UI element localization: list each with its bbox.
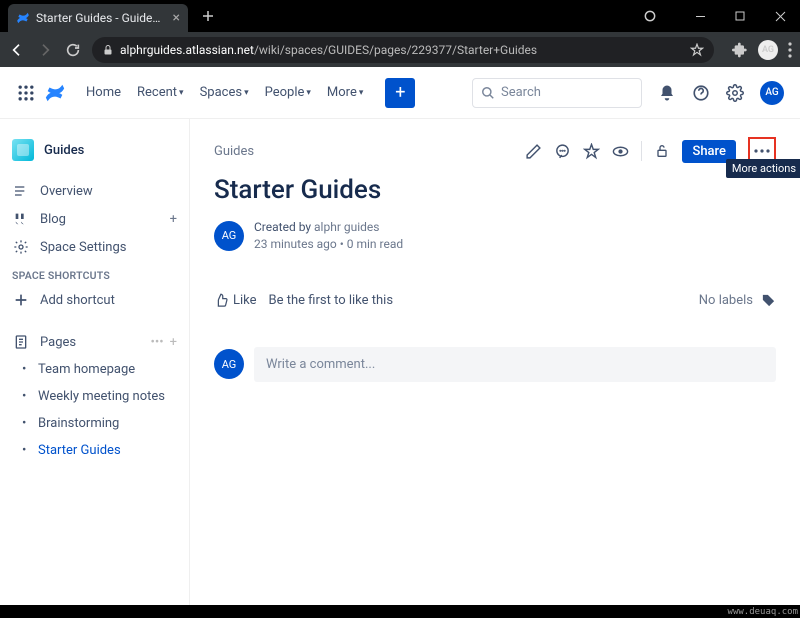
confluence-logo-icon[interactable] (44, 82, 66, 104)
window-minimize[interactable] (680, 0, 720, 32)
pages-more-icon[interactable]: ••• (150, 335, 163, 350)
page-team-homepage[interactable]: Team homepage (8, 356, 181, 383)
page-title: Starter Guides (214, 175, 776, 205)
address-bar[interactable]: alphrguides.atlassian.net/wiki/spaces/GU… (92, 37, 714, 63)
chevron-down-icon: ▾ (359, 88, 364, 98)
back-button[interactable] (8, 42, 26, 58)
nav-spaces[interactable]: Spaces▾ (194, 81, 255, 104)
sidebar-pages[interactable]: Pages •••+ (8, 328, 181, 356)
breadcrumb[interactable]: Guides (214, 144, 254, 159)
url-domain: alphrguides.atlassian.net (120, 43, 254, 57)
browser-titlebar: Starter Guides - Guides - Conflue × (0, 0, 800, 32)
nav-people[interactable]: People▾ (259, 81, 317, 104)
pages-icon (12, 334, 30, 350)
confluence-favicon (16, 11, 30, 25)
tab-title: Starter Guides - Guides - Conflue (36, 11, 167, 25)
nav-recent[interactable]: Recent▾ (131, 81, 190, 104)
create-button[interactable]: + (385, 78, 415, 108)
sidebar-blog[interactable]: Blog + (8, 205, 181, 233)
browser-tab[interactable]: Starter Guides - Guides - Conflue × (8, 4, 188, 32)
comment-input[interactable]: Write a comment... (254, 347, 776, 382)
user-avatar[interactable]: AG (760, 81, 784, 105)
reload-button[interactable] (64, 42, 82, 58)
lock-icon (102, 44, 114, 56)
like-button[interactable]: Like (214, 293, 257, 308)
page-byline: AG Created by alphr guides 23 minutes ag… (214, 219, 776, 253)
chevron-down-icon: ▾ (179, 88, 184, 98)
restrictions-icon[interactable] (654, 143, 670, 159)
sidebar-space-settings[interactable]: Space Settings (8, 233, 181, 261)
space-sidebar: Guides Overview Blog + Space Settings SP… (0, 119, 190, 605)
notifications-icon[interactable] (658, 84, 676, 102)
nav-more[interactable]: More▾ (321, 81, 369, 104)
window-maximize[interactable] (720, 0, 760, 32)
chrome-menu-icon[interactable] (788, 42, 792, 58)
page-weekly-meeting[interactable]: Weekly meeting notes (8, 383, 181, 410)
chevron-down-icon: ▾ (306, 88, 311, 98)
confluence-app: Home Recent▾ Spaces▾ People▾ More▾ + Sea… (0, 67, 800, 609)
no-labels-text: No labels (699, 293, 753, 308)
sidebar-overview[interactable]: Overview (8, 177, 181, 205)
chevron-down-icon: ▾ (244, 88, 249, 98)
app-switcher-icon[interactable] (16, 83, 36, 103)
forward-button (36, 42, 54, 58)
thumbs-up-icon (214, 293, 229, 308)
add-page-icon[interactable]: + (170, 335, 177, 350)
plus-icon (12, 292, 30, 308)
sidebar-add-shortcut[interactable]: Add shortcut (8, 286, 181, 314)
page-content: Guides Share More actions Starter Guides… (190, 119, 800, 605)
close-icon[interactable]: × (173, 10, 180, 26)
space-header[interactable]: Guides (8, 133, 181, 167)
page-starter-guides[interactable]: Starter Guides (8, 437, 181, 464)
watermark: www.deuaq.com (728, 607, 798, 617)
blog-icon (12, 211, 30, 227)
add-blog-icon[interactable]: + (170, 212, 177, 227)
profile-avatar[interactable]: AG (758, 40, 778, 60)
like-prompt: Be the first to like this (269, 293, 394, 308)
more-actions-tooltip: More actions (726, 159, 800, 178)
edit-icon[interactable] (525, 143, 542, 160)
star-icon[interactable] (583, 143, 600, 160)
watch-icon[interactable] (612, 143, 629, 160)
settings-icon[interactable] (726, 84, 744, 102)
window-close[interactable] (760, 0, 800, 32)
nav-home[interactable]: Home (80, 81, 127, 104)
shield-icon[interactable] (630, 0, 670, 32)
url-path: /wiki/spaces/GUIDES/pages/229377/Starter… (254, 43, 537, 57)
search-icon (481, 86, 495, 100)
author-avatar[interactable]: AG (214, 221, 244, 251)
global-nav: Home Recent▾ Spaces▾ People▾ More▾ + Sea… (0, 67, 800, 119)
comment-icon[interactable] (554, 143, 571, 160)
browser-toolbar: alphrguides.atlassian.net/wiki/spaces/GU… (0, 32, 800, 67)
author-link[interactable]: alphr guides (314, 220, 379, 234)
star-icon[interactable] (690, 43, 704, 57)
overview-icon (12, 183, 30, 199)
search-input[interactable]: Search (472, 78, 642, 108)
divider (641, 141, 642, 161)
shortcuts-heading: SPACE SHORTCUTS (8, 261, 181, 286)
page-brainstorming[interactable]: Brainstorming (8, 410, 181, 437)
space-logo-icon (12, 139, 34, 161)
new-tab-button[interactable] (196, 4, 220, 28)
commenter-avatar[interactable]: AG (214, 349, 244, 379)
help-icon[interactable] (692, 84, 710, 102)
gear-icon (12, 239, 30, 255)
extensions-icon[interactable] (732, 42, 748, 58)
label-icon[interactable] (761, 293, 776, 308)
